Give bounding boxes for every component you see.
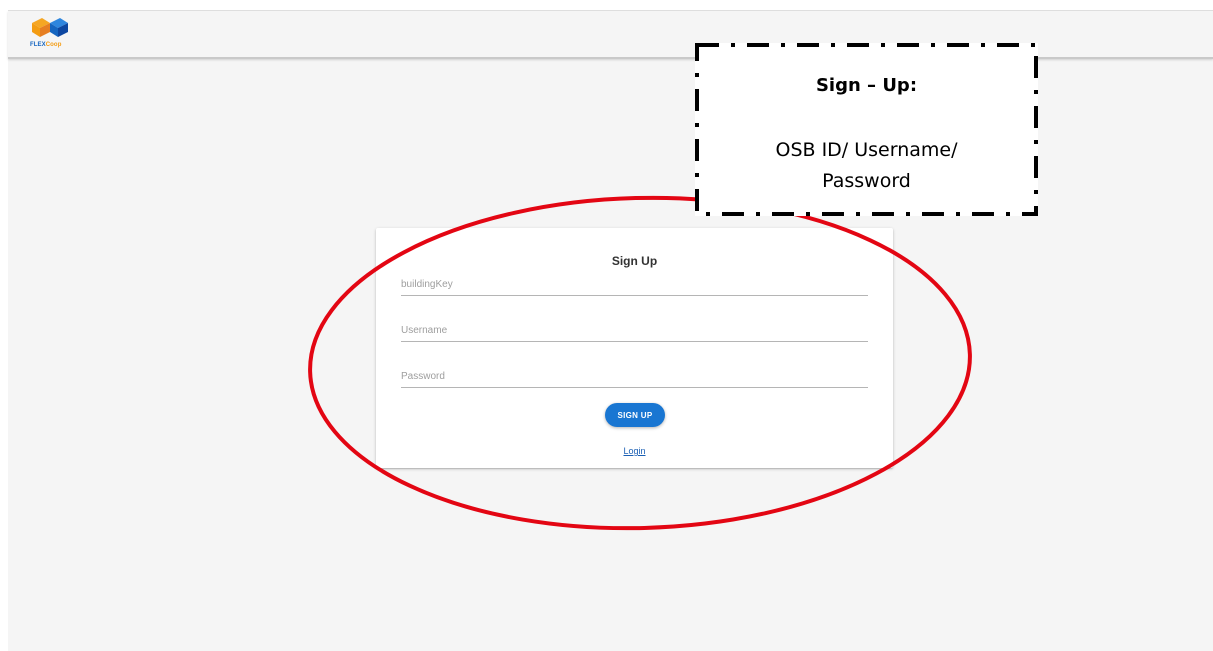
callout-line-2: Password — [822, 170, 911, 192]
signup-title: Sign Up — [611, 254, 658, 268]
callout-line-1: OSB ID/ Username/ — [775, 139, 958, 161]
signup-card: Sign Up SIGN UP Login — [376, 228, 893, 468]
building-key-input[interactable] — [401, 273, 868, 296]
callout-body: OSB ID/ Username/ Password — [695, 135, 1038, 197]
username-input[interactable] — [401, 319, 868, 342]
password-input[interactable] — [401, 365, 868, 388]
logo-wordmark: FLEXCoop — [30, 42, 62, 48]
sign-up-button[interactable]: SIGN UP — [605, 403, 665, 427]
login-link[interactable]: Login — [376, 446, 893, 456]
flexcoop-logo[interactable]: FLEXCoop — [30, 15, 70, 53]
callout-title: Sign – Up: — [815, 75, 918, 96]
logo-mark-icon — [32, 18, 68, 37]
annotation-callout: Sign – Up: OSB ID/ Username/ Password — [695, 43, 1038, 216]
